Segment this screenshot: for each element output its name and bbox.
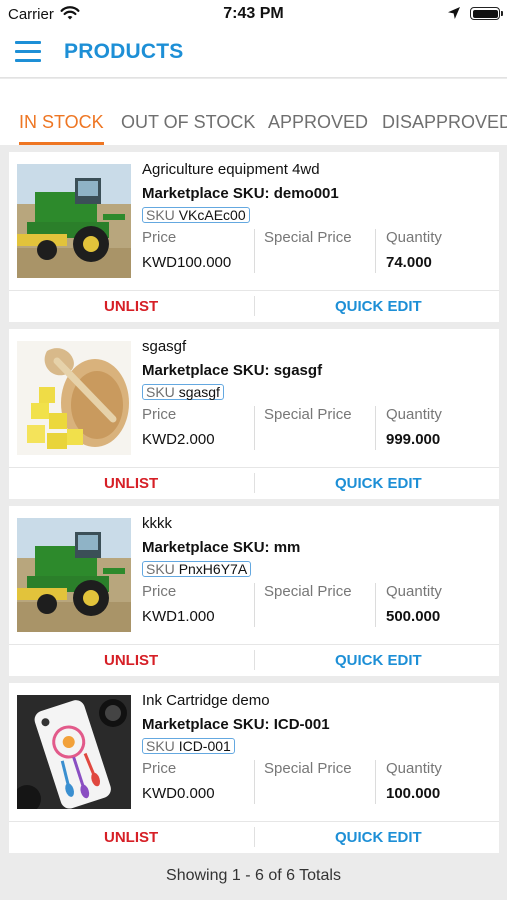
quantity-column: Quantity 74.000 xyxy=(386,229,442,275)
page-title: PRODUCTS xyxy=(64,40,184,63)
sku-value: sgasgf xyxy=(178,384,220,400)
price-label: Price xyxy=(142,229,177,246)
sku-badge: SKU PnxH6Y7A xyxy=(142,561,252,577)
quick-edit-button[interactable]: QUICK EDIT xyxy=(335,298,422,315)
sku-prefix: SKU xyxy=(146,561,175,577)
price-value: KWD2.000 xyxy=(142,431,215,448)
price-column: Price KWD0.000 xyxy=(142,760,215,806)
quantity-value: 74.000 xyxy=(386,254,432,271)
tab-disapproved[interactable]: DISAPPROVED xyxy=(382,112,507,145)
price-label: Price xyxy=(142,760,177,777)
quantity-label: Quantity xyxy=(386,760,442,777)
price-label: Price xyxy=(142,583,177,600)
special-price-label: Special Price xyxy=(264,760,352,777)
quantity-label: Quantity xyxy=(386,229,442,246)
product-name: kkkk xyxy=(142,515,172,532)
sku-value: ICD-001 xyxy=(178,738,231,754)
marketplace-sku: Marketplace SKU: sgasgf xyxy=(142,362,323,379)
status-tabs: IN STOCK OUT OF STOCK APPROVED DISAPPROV… xyxy=(0,79,507,145)
product-list[interactable]: Agriculture equipment 4wd Marketplace SK… xyxy=(0,145,507,853)
special-price-column: Special Price xyxy=(264,583,352,629)
marketplace-sku: Marketplace SKU: mm xyxy=(142,539,301,556)
unlist-button[interactable]: UNLIST xyxy=(104,475,158,492)
quantity-value: 999.000 xyxy=(386,431,441,448)
pagination-summary: Showing 1 - 6 of 6 Totals xyxy=(0,853,507,900)
quantity-column: Quantity 999.000 xyxy=(386,406,442,452)
navigation-bar: PRODUCTS xyxy=(0,28,507,78)
product-card[interactable]: sgasgf Marketplace SKU: sgasgf SKU sgasg… xyxy=(9,329,499,499)
product-name: Agriculture equipment 4wd xyxy=(142,161,320,178)
price-value: KWD100.000 xyxy=(142,254,232,271)
status-time: 7:43 PM xyxy=(223,5,284,22)
marketplace-sku: Marketplace SKU: ICD-001 xyxy=(142,716,330,733)
status-bar: Carrier 7:43 PM xyxy=(0,0,507,28)
product-card[interactable]: kkkk Marketplace SKU: mm SKU PnxH6Y7A Pr… xyxy=(9,506,499,676)
sku-value: PnxH6Y7A xyxy=(178,561,248,577)
unlist-button[interactable]: UNLIST xyxy=(104,829,158,846)
product-card[interactable]: Ink Cartridge demo Marketplace SKU: ICD-… xyxy=(9,683,499,853)
product-name: Ink Cartridge demo xyxy=(142,692,270,709)
battery-icon xyxy=(470,7,503,20)
quick-edit-button[interactable]: QUICK EDIT xyxy=(335,829,422,846)
sku-badge: SKU VKcAEc00 xyxy=(142,207,250,223)
price-column: Price KWD1.000 xyxy=(142,583,215,629)
quantity-value: 500.000 xyxy=(386,608,441,625)
sku-badge: SKU ICD-001 xyxy=(142,738,235,754)
unlist-button[interactable]: UNLIST xyxy=(104,298,158,315)
quantity-column: Quantity 100.000 xyxy=(386,760,442,806)
quantity-label: Quantity xyxy=(386,406,442,423)
tab-approved[interactable]: APPROVED xyxy=(268,112,368,145)
price-label: Price xyxy=(142,406,177,423)
quantity-label: Quantity xyxy=(386,583,442,600)
tab-in-stock[interactable]: IN STOCK xyxy=(19,112,104,145)
special-price-column: Special Price xyxy=(264,229,352,275)
special-price-column: Special Price xyxy=(264,406,352,452)
quick-edit-button[interactable]: QUICK EDIT xyxy=(335,475,422,492)
marketplace-sku: Marketplace SKU: demo001 xyxy=(142,185,339,202)
special-price-label: Special Price xyxy=(264,406,352,423)
quick-edit-button[interactable]: QUICK EDIT xyxy=(335,652,422,669)
product-card[interactable]: Agriculture equipment 4wd Marketplace SK… xyxy=(9,152,499,322)
harvester-image[interactable] xyxy=(17,164,131,278)
sku-prefix: SKU xyxy=(146,384,175,400)
tab-out-of-stock[interactable]: OUT OF STOCK xyxy=(121,112,255,145)
price-value: KWD0.000 xyxy=(142,785,215,802)
sku-prefix: SKU xyxy=(146,207,175,223)
sku-value: VKcAEc00 xyxy=(178,207,246,223)
location-arrow-icon xyxy=(448,7,460,19)
harvester-image[interactable] xyxy=(17,518,131,632)
product-name: sgasgf xyxy=(142,338,187,355)
sku-badge: SKU sgasgf xyxy=(142,384,224,400)
ginger-image[interactable] xyxy=(17,341,131,455)
special-price-column: Special Price xyxy=(264,760,352,806)
hamburger-menu-icon[interactable] xyxy=(15,41,41,63)
phone-case-image[interactable] xyxy=(17,695,131,809)
special-price-label: Special Price xyxy=(264,229,352,246)
price-column: Price KWD100.000 xyxy=(142,229,231,275)
sku-prefix: SKU xyxy=(146,738,175,754)
price-column: Price KWD2.000 xyxy=(142,406,215,452)
quantity-column: Quantity 500.000 xyxy=(386,583,442,629)
price-value: KWD1.000 xyxy=(142,608,215,625)
unlist-button[interactable]: UNLIST xyxy=(104,652,158,669)
special-price-label: Special Price xyxy=(264,583,352,600)
quantity-value: 100.000 xyxy=(386,785,441,802)
